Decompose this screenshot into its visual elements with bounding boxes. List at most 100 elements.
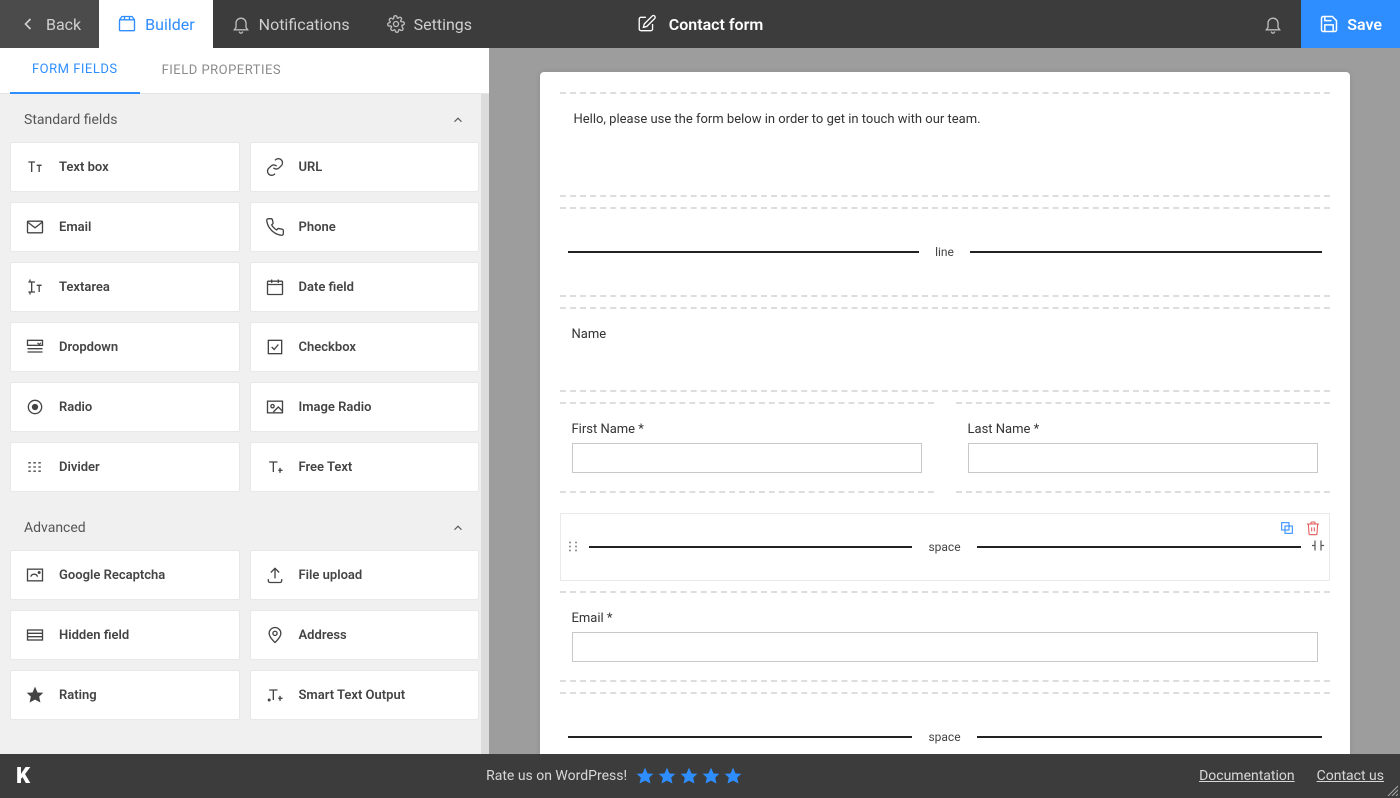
hidden-icon (25, 625, 45, 645)
email-input[interactable] (572, 632, 1318, 662)
checkbox-icon (265, 337, 285, 357)
drop-zone[interactable]: Hello, please use the form below in orde… (560, 92, 1330, 197)
space-divider[interactable]: space (560, 700, 1330, 754)
bell-icon (231, 14, 251, 34)
last-name-input[interactable] (968, 443, 1318, 473)
dropdown-icon (25, 337, 45, 357)
drag-handle-icon[interactable] (567, 538, 579, 557)
drop-zone[interactable]: Email * (560, 591, 1330, 682)
standard-fields-grid: Text box URL Email Phone Textarea Date f… (0, 142, 489, 502)
chevron-up-icon (451, 521, 465, 535)
tab-form-fields[interactable]: FORM FIELDS (10, 48, 140, 94)
field-email[interactable]: Email (10, 202, 240, 252)
window-resize-icon[interactable] (1386, 784, 1398, 796)
field-hidden[interactable]: Hidden field (10, 610, 240, 660)
field-dropdown[interactable]: Dropdown (10, 322, 240, 372)
field-address[interactable]: Address (250, 610, 480, 660)
field-smart-text[interactable]: Smart Text Output (250, 670, 480, 720)
star-icon (657, 766, 677, 786)
space-row-selected[interactable]: space (560, 513, 1330, 581)
page-title: Contact form (669, 15, 764, 34)
field-divider[interactable]: Divider (10, 442, 240, 492)
tab-settings[interactable]: Settings (368, 0, 490, 48)
notifications-label: Notifications (259, 15, 350, 34)
drop-zone[interactable]: space (560, 692, 1330, 754)
builder-icon (117, 14, 137, 34)
page-title-group: Contact form (637, 14, 764, 34)
field-recaptcha[interactable]: Google Recaptcha (10, 550, 240, 600)
field-radio[interactable]: Radio (10, 382, 240, 432)
link-icon (265, 157, 285, 177)
settings-label: Settings (414, 15, 472, 34)
accordion-advanced[interactable]: Advanced (0, 502, 489, 550)
line-divider[interactable]: line (560, 215, 1330, 289)
upload-icon (265, 565, 285, 585)
star-icon (723, 766, 743, 786)
save-label: Save (1347, 15, 1382, 34)
field-free-text[interactable]: Free Text (250, 442, 480, 492)
drop-zone[interactable]: Name (560, 307, 1330, 392)
drop-zone[interactable]: line (560, 207, 1330, 297)
save-button[interactable]: Save (1301, 0, 1400, 48)
chevron-up-icon (451, 113, 465, 127)
pin-icon (265, 625, 285, 645)
advanced-fields-grid: Google Recaptcha File upload Hidden fiel… (0, 550, 489, 730)
field-checkbox[interactable]: Checkbox (250, 322, 480, 372)
field-file-upload[interactable]: File upload (250, 550, 480, 600)
space-label-2: space (928, 730, 960, 744)
field-image-radio[interactable]: Image Radio (250, 382, 480, 432)
mail-icon (25, 217, 45, 237)
image-radio-icon (265, 397, 285, 417)
name-heading: Name (572, 327, 607, 342)
star-icon (679, 766, 699, 786)
first-name-input[interactable] (572, 443, 922, 473)
trash-icon[interactable] (1305, 520, 1321, 536)
smart-text-icon (265, 685, 285, 705)
scrollbar[interactable] (481, 94, 489, 754)
bell-button[interactable] (1245, 0, 1301, 48)
back-button[interactable]: Back (0, 0, 99, 48)
intro-text: Hello, please use the form below in orde… (572, 112, 1318, 127)
link-contact-us[interactable]: Contact us (1317, 768, 1384, 784)
builder-label: Builder (145, 15, 195, 34)
tab-builder[interactable]: Builder (99, 0, 213, 48)
radio-icon (25, 397, 45, 417)
form-canvas[interactable]: Hello, please use the form below in orde… (489, 48, 1400, 754)
form-surface: Hello, please use the form below in orde… (540, 72, 1350, 754)
save-icon (1319, 14, 1339, 34)
edit-icon[interactable] (637, 14, 657, 34)
sidebar-tabs: FORM FIELDS FIELD PROPERTIES (0, 48, 489, 94)
field-rating[interactable]: Rating (10, 670, 240, 720)
free-text-icon (265, 457, 285, 477)
sidebar: FORM FIELDS FIELD PROPERTIES Standard fi… (0, 48, 489, 754)
resize-handle-icon[interactable] (1311, 538, 1325, 557)
accordion-standard[interactable]: Standard fields (0, 94, 489, 142)
rate-text: Rate us on WordPress! (486, 768, 627, 784)
last-name-label: Last Name * (968, 422, 1318, 437)
rating-stars[interactable] (635, 766, 743, 786)
field-textarea[interactable]: Textarea (10, 262, 240, 312)
space-label: space (928, 540, 960, 554)
duplicate-icon[interactable] (1279, 520, 1295, 536)
drop-zone[interactable]: Last Name * (956, 402, 1330, 493)
first-name-label: First Name * (572, 422, 922, 437)
drop-zone[interactable]: First Name * (560, 402, 934, 493)
logo: K (16, 764, 30, 789)
back-label: Back (46, 15, 81, 34)
text-icon (25, 157, 45, 177)
field-url[interactable]: URL (250, 142, 480, 192)
star-icon (701, 766, 721, 786)
field-phone[interactable]: Phone (250, 202, 480, 252)
accordion-advanced-label: Advanced (24, 520, 86, 536)
field-text-box[interactable]: Text box (10, 142, 240, 192)
star-icon (25, 685, 45, 705)
phone-icon (265, 217, 285, 237)
field-date[interactable]: Date field (250, 262, 480, 312)
gear-icon (386, 14, 406, 34)
star-icon (635, 766, 655, 786)
accordion-standard-label: Standard fields (24, 112, 117, 128)
tab-notifications[interactable]: Notifications (213, 0, 368, 48)
link-documentation[interactable]: Documentation (1199, 768, 1295, 784)
tab-field-properties[interactable]: FIELD PROPERTIES (140, 49, 304, 93)
top-bar: Back Builder Notifications Settings Cont… (0, 0, 1400, 48)
